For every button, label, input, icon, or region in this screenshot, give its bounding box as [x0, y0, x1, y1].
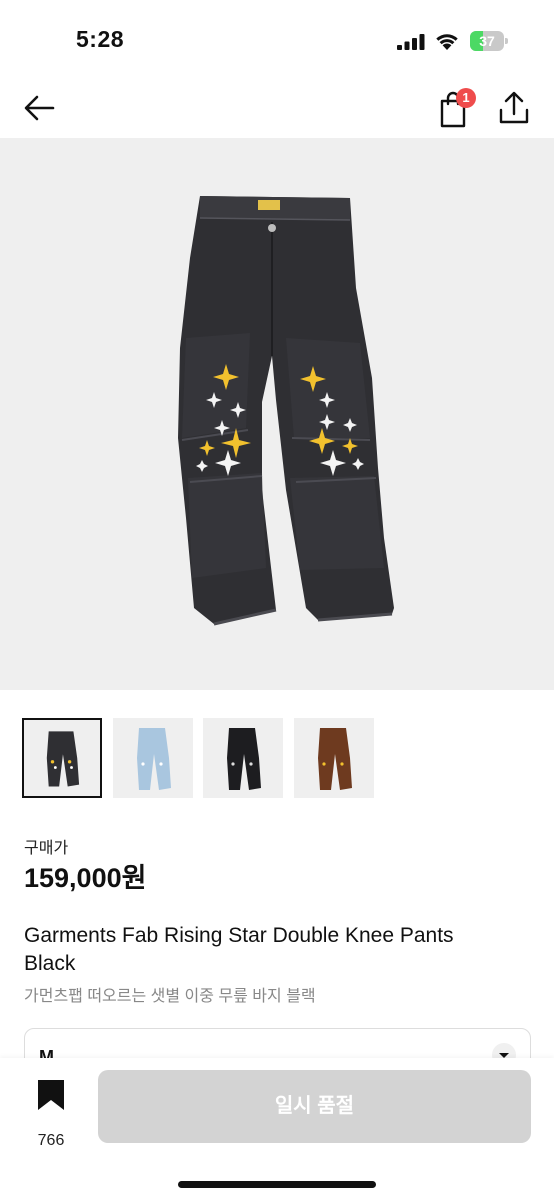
- bottom-action-bar: 766 일시 품절: [0, 1058, 554, 1200]
- status-bar: 5:28 37: [0, 0, 554, 80]
- price: 159,000원: [24, 863, 147, 893]
- bookmark-count: 766: [37, 1132, 65, 1149]
- cart-button[interactable]: 1: [436, 88, 478, 128]
- thumbnail-image: [137, 728, 171, 790]
- battery-level: 37: [479, 33, 495, 49]
- soldout-button[interactable]: 일시 품절: [98, 1070, 531, 1143]
- status-time: 5:28: [76, 26, 125, 52]
- wifi-icon: [436, 34, 458, 50]
- battery-tip: [505, 38, 508, 44]
- bookmark-icon: [38, 1080, 64, 1110]
- back-arrow-icon: [24, 95, 55, 121]
- battery-icon: 37: [470, 31, 508, 51]
- share-button[interactable]: [498, 90, 530, 126]
- jeans-illustration: [178, 196, 394, 626]
- cart-badge: 1: [456, 88, 476, 108]
- thumbnail-black-light-stars[interactable]: [203, 718, 283, 798]
- thumbnail-image: [46, 731, 80, 787]
- price-label: 구매가: [24, 840, 69, 857]
- thumbnail-light-blue-denim[interactable]: [113, 718, 193, 798]
- thumbnail-image: [227, 728, 261, 790]
- share-icon: [499, 91, 529, 124]
- thumbnail-strip: [22, 718, 382, 800]
- product-title: Garments Fab Rising Star Double Knee Pan…: [24, 924, 454, 975]
- signal-icon: [397, 34, 425, 50]
- home-indicator: [178, 1181, 376, 1188]
- thumbnail-image: [318, 728, 352, 790]
- thumbnail-black-denim[interactable]: [22, 718, 102, 798]
- thumbnail-brown[interactable]: [294, 718, 374, 798]
- bookmark-button[interactable]: 766: [22, 1078, 80, 1149]
- product-subtitle: 가먼츠팹 떠오르는 샛별 이중 무릎 바지 블랙: [24, 988, 316, 1005]
- product-image[interactable]: [0, 138, 554, 690]
- top-nav: 1: [0, 80, 554, 138]
- back-button[interactable]: [22, 90, 58, 126]
- battery-body: 37: [470, 31, 504, 51]
